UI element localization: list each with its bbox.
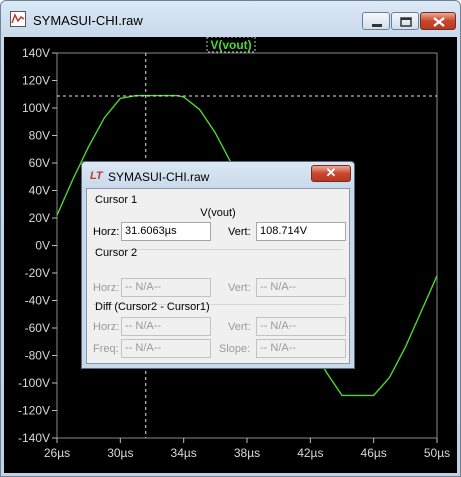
dialog-body: Cursor 1 V(vout) Horz: 31.6063µs Vert: 1…: [86, 188, 350, 364]
y-tick-label: -40V: [25, 294, 50, 308]
y-tick-label: -80V: [25, 349, 50, 363]
x-tick-label: 34µs: [171, 446, 197, 460]
waveform-app-icon: [10, 11, 26, 27]
diff-vert-label: Vert:: [228, 321, 251, 333]
y-tick-label: 80V: [29, 129, 50, 143]
x-tick-label: 50µs: [424, 446, 450, 460]
close-icon: ✕: [325, 165, 337, 180]
x-tick-label: 30µs: [107, 446, 133, 460]
title-bar[interactable]: SYMASUI-CHI.raw: [1, 1, 460, 37]
maximize-icon: [400, 17, 412, 27]
y-tick-label: 100V: [22, 101, 50, 115]
close-button[interactable]: [420, 12, 456, 30]
diff-slope-field[interactable]: -- N/A--: [256, 339, 346, 358]
ltspice-logo-icon: LT: [90, 170, 103, 182]
minimize-button[interactable]: [362, 12, 390, 30]
trace-label[interactable]: V(vout): [210, 38, 251, 52]
diff-horz-label: Horz:: [93, 321, 120, 333]
x-tick-label: 38µs: [234, 446, 260, 460]
diff-group-label: Diff (Cursor2 - Cursor1): [95, 301, 210, 313]
x-tick-label: 26µs: [44, 446, 70, 460]
y-tick-label: -20V: [25, 266, 50, 280]
y-tick-label: 0V: [35, 239, 50, 253]
waveform-window: SYMASUI-CHI.raw 140V 120V 100V 80V 60V 40V 20V…: [0, 0, 461, 477]
x-tick-label: 42µs: [297, 446, 323, 460]
x-tick-label: 46µs: [361, 446, 387, 460]
dialog-close-button[interactable]: ✕: [311, 165, 351, 182]
y-tick-label: -60V: [25, 321, 50, 335]
cursor-dialog: LT SYMASUI-CHI.raw ✕ Cursor 1 V(vout) Ho…: [81, 161, 355, 369]
y-tick-label: 120V: [22, 74, 50, 88]
dialog-title: SYMASUI-CHI.raw: [108, 170, 210, 184]
y-tick-label: 140V: [22, 46, 50, 60]
minimize-icon: [372, 24, 382, 27]
cursor2-group-label: Cursor 2: [95, 247, 138, 259]
diff-freq-label: Freq:: [93, 343, 119, 355]
cursor1-vert-field[interactable]: 108.714V: [256, 222, 346, 241]
cursor2-horz-label: Horz:: [93, 282, 120, 294]
diff-horz-field[interactable]: -- N/A--: [121, 317, 211, 336]
cursor2-vert-label: Vert:: [228, 282, 251, 294]
cursor2-horz-field[interactable]: -- N/A--: [121, 278, 211, 297]
cursor1-horz-label: Horz:: [93, 226, 120, 238]
cursor1-vert-label: Vert:: [228, 226, 251, 238]
diff-freq-field[interactable]: -- N/A--: [121, 339, 211, 358]
diff-vert-field[interactable]: -- N/A--: [256, 317, 346, 336]
y-tick-label: -140V: [18, 431, 50, 445]
cursor2-vert-field[interactable]: -- N/A--: [256, 278, 346, 297]
diff-slope-label: Slope:: [219, 343, 251, 355]
y-tick-label: -120V: [18, 404, 50, 418]
y-tick-label: -100V: [18, 376, 50, 390]
y-tick-label: 60V: [29, 156, 50, 170]
cursor1-trace-label: V(vout): [200, 207, 236, 219]
y-tick-label: 20V: [29, 211, 50, 225]
y-tick-label: 40V: [29, 184, 50, 198]
maximize-button[interactable]: [391, 12, 419, 30]
cursor1-horz-field[interactable]: 31.6063µs: [121, 222, 211, 241]
window-title: SYMASUI-CHI.raw: [33, 13, 143, 28]
close-icon: [433, 17, 445, 27]
cursor1-group-label: Cursor 1: [95, 194, 138, 206]
